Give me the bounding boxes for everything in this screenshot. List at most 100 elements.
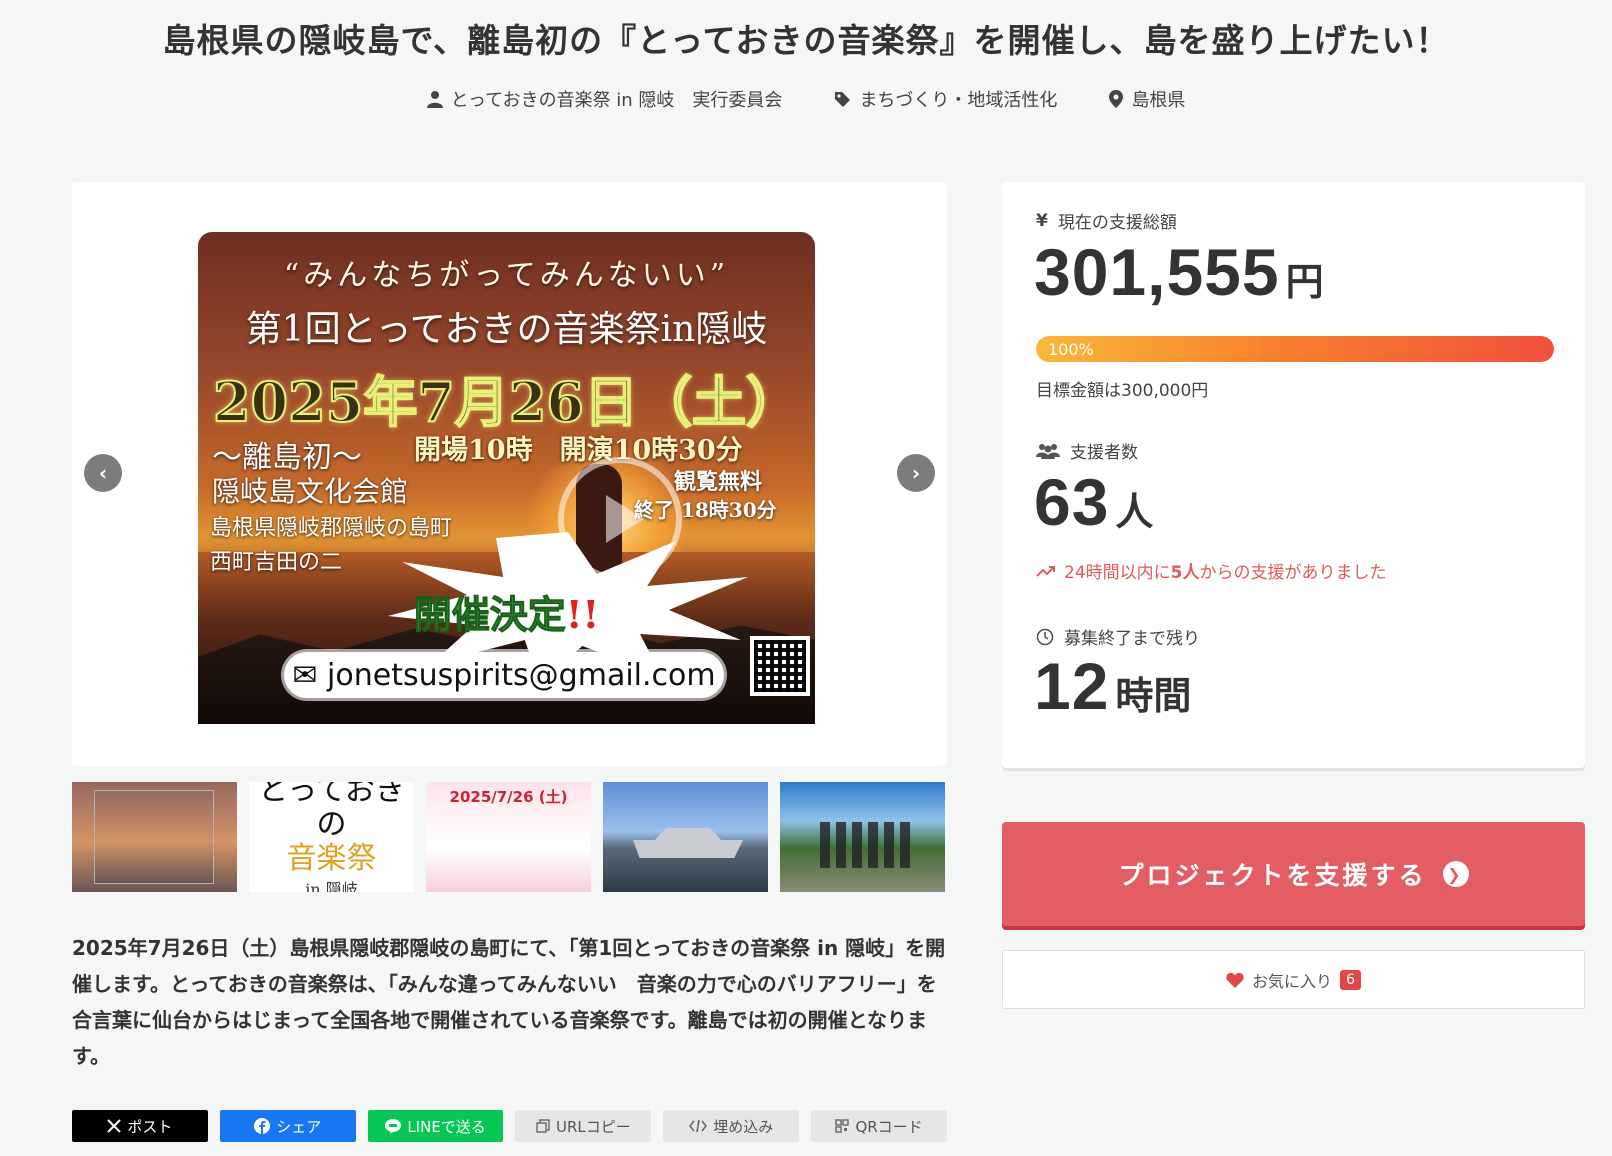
embed-button[interactable]: 埋め込み xyxy=(663,1110,800,1142)
supporters-label-row: 支援者数 xyxy=(1036,438,1138,463)
support-project-label: プロジェクトを支援する xyxy=(1118,861,1427,890)
funding-progress-bar: 100% xyxy=(1036,336,1554,362)
goal-amount: 目標金額は300,000円 xyxy=(1036,381,1209,401)
share-buttons: ポスト シェア LINEで送る URLコピー 埋め込み QRコード xyxy=(72,1110,947,1142)
amount-label: 現在の支援総額 xyxy=(1057,213,1177,233)
trending-up-icon xyxy=(1036,565,1055,577)
carousel-prev-button[interactable]: ‹ xyxy=(84,454,122,492)
chevron-right-circle-icon: ❯ xyxy=(1442,861,1469,887)
category-name: まちづくり・地域活性化 xyxy=(859,90,1058,111)
share-facebook-button[interactable]: シェア xyxy=(219,1110,356,1142)
qr-icon xyxy=(835,1119,850,1133)
recent-support-note: 24時間以内に 5人 からの支援がありました xyxy=(1036,558,1386,583)
project-page: 島根県の隠岐島で、離島初の『とっておきの音楽祭』を開催し、島を盛り上げたい！ と… xyxy=(0,0,1612,1156)
location-link[interactable]: 島根県 xyxy=(1109,86,1185,112)
qr-code-button[interactable]: QRコード xyxy=(811,1110,947,1142)
share-facebook-label: シェア xyxy=(276,1117,322,1136)
supporters-number: 63 xyxy=(1034,465,1110,539)
x-logo-icon xyxy=(107,1119,122,1133)
thumbnail-logo-line3: in 隠岐 xyxy=(305,880,358,892)
recent-prefix: 24時間以内に xyxy=(1064,563,1171,583)
poster-free: 観覧無料 xyxy=(674,469,763,495)
copy-icon xyxy=(536,1119,550,1133)
thumbnail-logo-line1: とっておきの xyxy=(258,782,405,842)
embed-label: 埋め込み xyxy=(713,1117,774,1136)
remaining-label: 募集終了まで残り xyxy=(1064,629,1200,649)
project-description: 2025年7月26日（土）島根県隠岐郡隠岐の島町にて、「第1回とっておきの音楽祭… xyxy=(72,936,946,1068)
copy-url-label: URLコピー xyxy=(556,1117,631,1136)
support-project-button[interactable]: プロジェクトを支援する ❯ xyxy=(1002,822,1585,926)
share-line-button[interactable]: LINEで送る xyxy=(367,1110,504,1142)
location-name: 島根県 xyxy=(1131,90,1186,111)
poster-tagline: “みんなちがってみんないい” xyxy=(283,258,730,293)
amount-number: 301,555 xyxy=(1034,235,1280,309)
amount-label-row: ¥ 現在の支援総額 xyxy=(1036,208,1177,234)
thumbnail-1[interactable] xyxy=(72,782,237,892)
poster-title: 第1回とっておきの音楽祭in隠岐 xyxy=(245,309,768,350)
clock-icon xyxy=(1036,628,1054,645)
supporters-value: 63 人 xyxy=(1034,464,1153,540)
thumbnail-4[interactable] xyxy=(603,782,768,892)
remaining-unit: 時間 xyxy=(1115,676,1192,718)
share-x-button[interactable]: ポスト xyxy=(72,1110,208,1142)
yen-icon: ¥ xyxy=(1036,210,1048,231)
thumbnail-5[interactable] xyxy=(780,782,945,892)
facebook-icon xyxy=(254,1118,271,1134)
chevron-right-icon: › xyxy=(911,461,921,485)
owner-name: とっておきの音楽祭 in 隠岐 実行委員会 xyxy=(450,90,783,111)
poster-burst-exclaim: !! xyxy=(565,592,600,637)
thumbnail-3[interactable]: 2025/7/26 (土) xyxy=(426,782,591,892)
thumbnail-2[interactable]: とっておきの 音楽祭 in 隠岐 xyxy=(249,782,414,892)
user-icon xyxy=(426,91,443,108)
favorite-count-badge: 6 xyxy=(1340,969,1361,990)
qr-code-label: QRコード xyxy=(855,1117,923,1136)
poster-burst-label: 開催決定 xyxy=(413,592,566,638)
remaining-number: 12 xyxy=(1034,649,1110,723)
code-icon xyxy=(689,1119,708,1133)
carousel-next-button[interactable]: › xyxy=(897,454,935,492)
poster-address1: 島根県隠岐郡隠岐の島町 xyxy=(210,516,453,541)
copy-url-button[interactable]: URLコピー xyxy=(515,1110,652,1142)
remaining-label-row: 募集終了まで残り xyxy=(1036,624,1200,649)
poster-venue: 隠岐島文化会館 xyxy=(212,475,409,508)
remaining-value: 12 時間 xyxy=(1034,648,1191,724)
recent-count: 5人 xyxy=(1170,563,1200,583)
supporters-unit: 人 xyxy=(1115,492,1154,534)
amount-value: 301,555 円 xyxy=(1034,234,1324,310)
thumbnail-strip: とっておきの 音楽祭 in 隠岐 2025/7/26 (土) xyxy=(72,782,947,892)
funding-progress-fill: 100% xyxy=(1036,336,1554,362)
users-icon xyxy=(1036,443,1060,459)
tag-icon xyxy=(835,91,851,107)
favorite-button[interactable]: お気に入り 6 xyxy=(1002,950,1585,1009)
main-visual-carousel: “みんなちがってみんないい” 第1回とっておきの音楽祭in隠岐 2025年7月2… xyxy=(72,182,947,766)
heart-icon xyxy=(1226,972,1244,988)
recent-suffix: からの支援がありました xyxy=(1199,563,1387,583)
ship-image xyxy=(633,828,743,858)
poster-image[interactable]: “みんなちがってみんないい” 第1回とっておきの音楽祭in隠岐 2025年7月2… xyxy=(198,232,815,724)
poster-burst-text: 開催決定!! xyxy=(198,584,815,639)
line-icon xyxy=(385,1118,402,1134)
map-pin-icon xyxy=(1109,90,1124,108)
thumbnail-logo-line2: 音楽祭 xyxy=(286,841,377,876)
thumbnail-flyer-date: 2025/7/26 (土) xyxy=(449,788,568,806)
category-link[interactable]: まちづくり・地域活性化 xyxy=(834,86,1057,112)
share-line-label: LINEで送る xyxy=(407,1117,486,1136)
play-video-button[interactable] xyxy=(558,457,682,581)
amount-unit: 円 xyxy=(1285,262,1324,304)
page-title: 島根県の隠岐島で、離島初の『とっておきの音楽祭』を開催し、島を盛り上げたい！ xyxy=(162,21,1450,60)
poster-open-time: 開場10時 開演10時30分 xyxy=(414,435,743,466)
poster-address2: 西町吉田の二 xyxy=(210,550,343,575)
qr-code-image xyxy=(750,636,810,696)
poster-date: 2025年7月26日（土） xyxy=(212,369,801,435)
owner-link[interactable]: とっておきの音楽祭 in 隠岐 実行委員会 xyxy=(426,86,783,112)
favorite-label: お気に入り xyxy=(1252,971,1333,991)
group-photo xyxy=(820,822,910,868)
supporters-label: 支援者数 xyxy=(1070,443,1138,463)
poster-email: ✉ jonetsuspirits@gmail.com xyxy=(284,652,724,698)
share-x-label: ポスト xyxy=(127,1117,173,1136)
chevron-left-icon: ‹ xyxy=(98,461,108,485)
funding-stats-card: ¥ 現在の支援総額 301,555 円 100% 目標金額は300,000円 支援… xyxy=(1002,182,1585,768)
thumbnail-poster xyxy=(94,790,214,884)
progress-percent: 100% xyxy=(1048,339,1094,359)
project-meta: とっておきの音楽祭 in 隠岐 実行委員会 まちづくり・地域活性化 島根県 xyxy=(0,86,1612,112)
